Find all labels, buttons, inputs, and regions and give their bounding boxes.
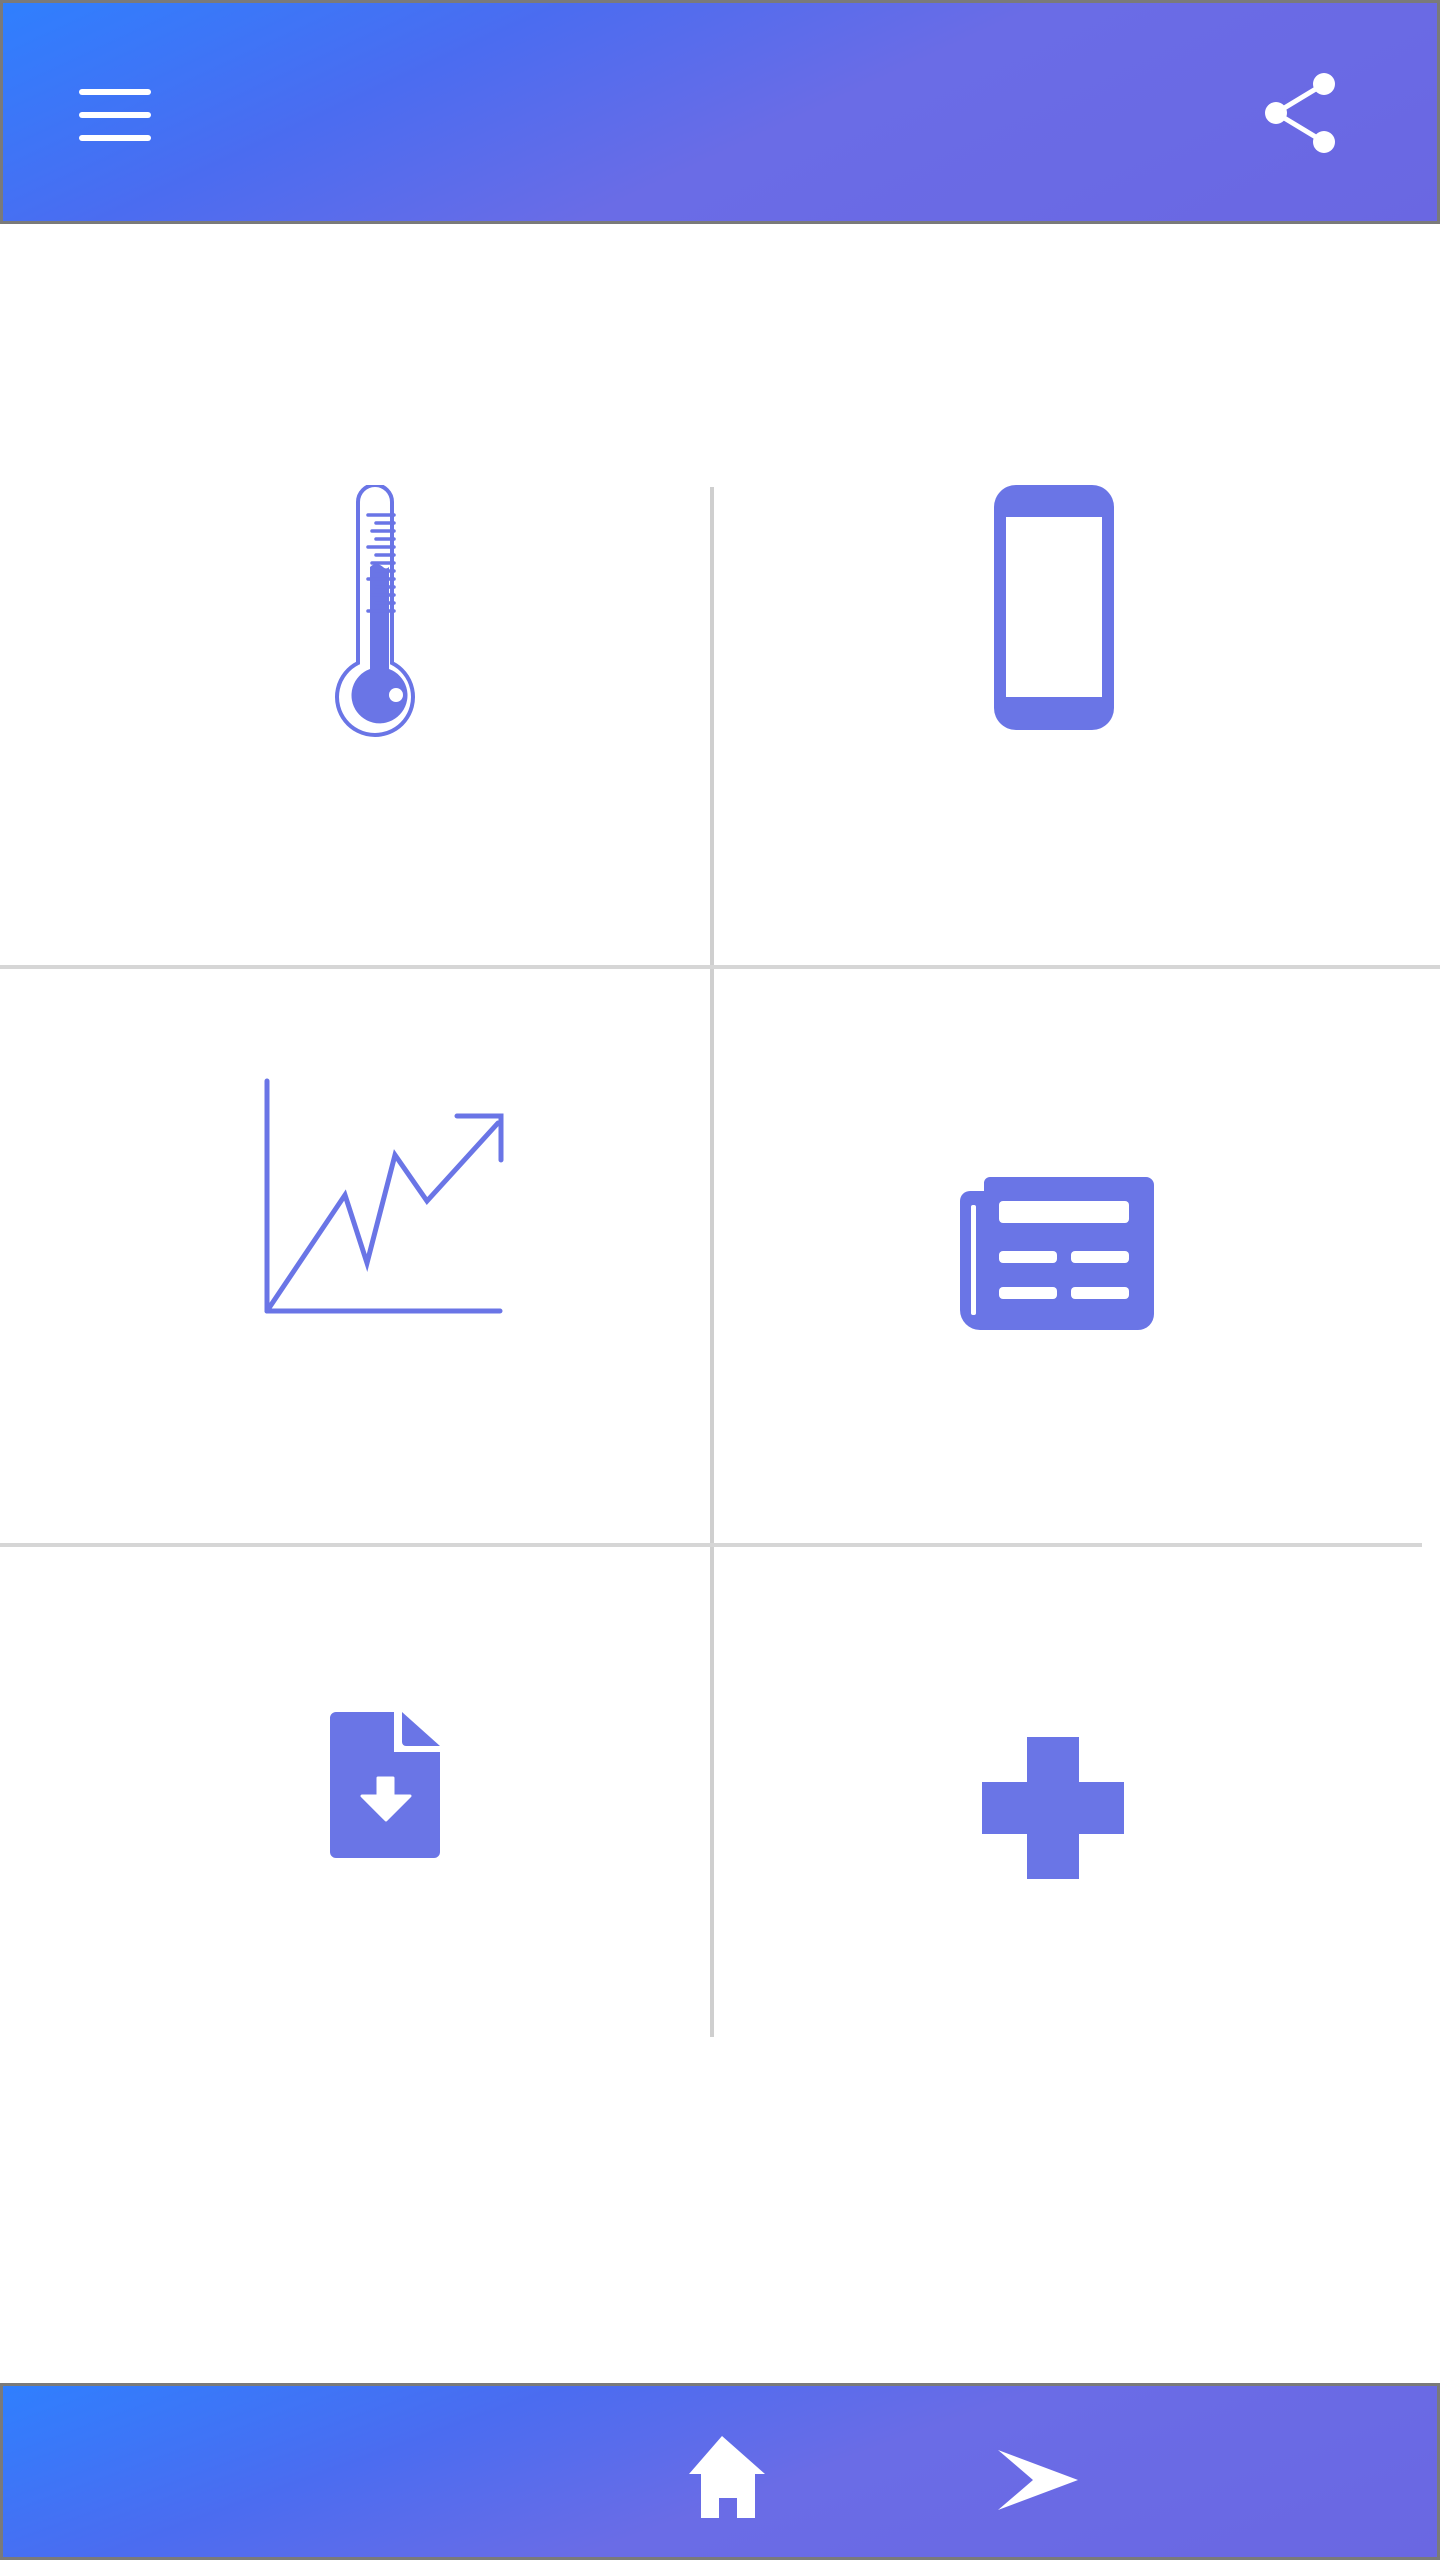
share-icon (1265, 73, 1335, 153)
tile-thermometer[interactable] (0, 227, 710, 965)
bottom-nav-bar (0, 2383, 1440, 2560)
medical-cross-icon (982, 1737, 1124, 1879)
tile-newspaper[interactable] (714, 969, 1440, 1543)
newspaper-icon (960, 1177, 1154, 1330)
hamburger-menu-icon (79, 89, 151, 141)
home-button[interactable] (675, 2436, 770, 2518)
menu-button[interactable] (73, 83, 157, 147)
tile-trending-chart[interactable] (0, 969, 710, 1543)
trending-chart-icon (264, 1078, 504, 1314)
file-download-icon (330, 1712, 440, 1858)
top-app-bar (0, 0, 1440, 224)
tile-file-download[interactable] (0, 1547, 710, 2037)
smartphone-icon (994, 485, 1114, 730)
send-button[interactable] (993, 2448, 1083, 2512)
share-button[interactable] (1258, 68, 1343, 163)
thermometer-icon (335, 485, 415, 737)
tile-medical-cross[interactable] (714, 1547, 1440, 2037)
tile-smartphone[interactable] (714, 227, 1440, 965)
send-icon (998, 2450, 1078, 2510)
home-icon (689, 2436, 765, 2518)
